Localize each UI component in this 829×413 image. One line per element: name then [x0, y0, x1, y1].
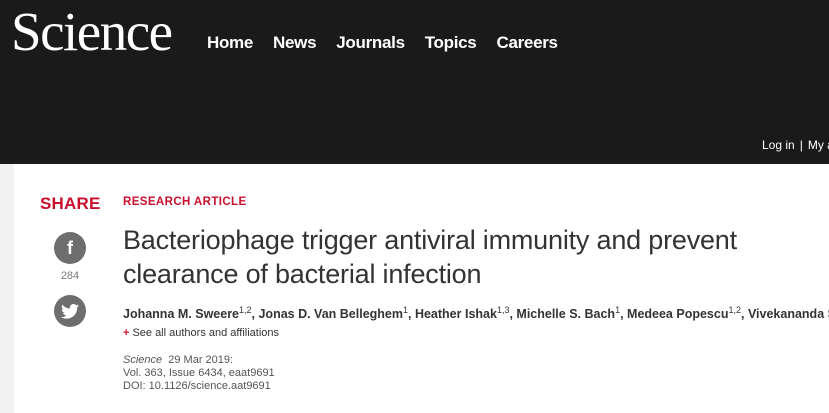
see-all-authors-link[interactable]: + See all authors and affiliations — [123, 327, 829, 339]
article-title: Bacteriophage trigger antiviral immunity… — [123, 225, 737, 289]
author[interactable]: Vivekananda S... — [748, 307, 829, 321]
account-links: Log in | My a — [762, 138, 829, 152]
article-header: RESEARCH ARTICLE Bacteriophage trigger a… — [123, 196, 829, 393]
see-all-label: See all authors and affiliations — [132, 327, 279, 340]
author[interactable]: Jonas D. Van Belleghem1 — [258, 305, 408, 321]
nav-news[interactable]: News — [273, 33, 317, 53]
author[interactable]: Michelle S. Bach1 — [516, 305, 620, 321]
author-list: Johanna M. Sweere1,2, Jonas D. Van Belle… — [123, 305, 829, 321]
login-link[interactable]: Log in — [762, 138, 795, 152]
twitter-icon[interactable] — [54, 295, 86, 327]
author[interactable]: Heather Ishak1,3 — [415, 305, 510, 321]
plus-icon: + — [123, 327, 130, 340]
publication-date: 29 Mar 2019: — [168, 354, 234, 367]
journal-name: Science — [123, 354, 163, 367]
nav-home[interactable]: Home — [207, 33, 253, 53]
nav-topics[interactable]: Topics — [425, 33, 477, 53]
nav-careers[interactable]: Careers — [496, 33, 558, 53]
share-heading: SHARE — [40, 194, 101, 213]
facebook-icon[interactable]: f — [54, 232, 86, 264]
science-logo[interactable]: Science — [11, 2, 173, 62]
my-account-link[interactable]: My a — [808, 138, 829, 152]
twitter-bird-icon — [61, 303, 79, 319]
share-panel: SHARE f 284 — [40, 194, 100, 327]
author[interactable]: Medeea Popescu1,2 — [627, 305, 741, 321]
facebook-glyph: f — [67, 237, 73, 258]
doi[interactable]: DOI: 10.1126/science.aat9691 — [123, 380, 829, 393]
facebook-share-count: 284 — [60, 270, 80, 282]
volume-info: Vol. 363, Issue 6434, eaat9691 — [123, 367, 275, 380]
main-nav: Home News Journals Topics Careers — [207, 33, 558, 53]
article-area: SHARE f 284 RESEARCH ARTICLE Bacteriopha… — [14, 164, 829, 413]
publication-date-line: Science 29 Mar 2019: — [123, 354, 829, 367]
author[interactable]: Johanna M. Sweere1,2 — [123, 305, 252, 321]
top-header: Science Home News Journals Topics Career… — [0, 0, 829, 164]
separator: | — [799, 138, 803, 152]
citation-info: Science 29 Mar 2019: Vol. 363, Issue 643… — [123, 354, 829, 393]
nav-journals[interactable]: Journals — [336, 33, 405, 53]
article-type: RESEARCH ARTICLE — [123, 196, 247, 208]
